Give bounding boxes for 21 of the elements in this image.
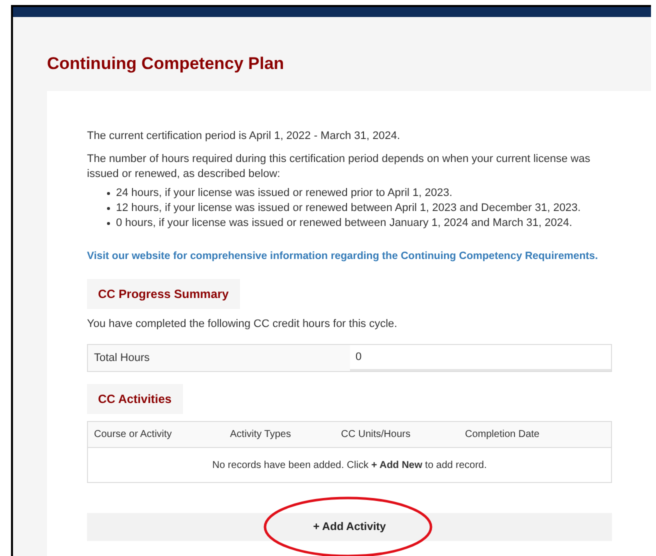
bullet-icon bbox=[107, 222, 110, 224]
description-text: The number of hours required during this certification period depends on when your current license was issued or renewed, as described below: bbox=[87, 152, 592, 182]
requirement-text: 12 hours, if your license was issued or renewed between April 1, 2023 and December 31, 2023. bbox=[116, 200, 581, 216]
table-cell: 0 bbox=[350, 345, 611, 371]
page-title: Continuing Competency Plan bbox=[47, 53, 284, 75]
add-activity-button[interactable]: + Add Activity bbox=[87, 513, 612, 541]
column-header: Completion Date bbox=[464, 428, 540, 442]
requirement-text: 24 hours, if your license was issued or renewed prior to April 1, 2023. bbox=[116, 186, 452, 200]
bullet-icon bbox=[107, 206, 110, 210]
column-header: Activity Types bbox=[229, 428, 292, 442]
empty-message: No records have been added. Click + Add New to add record. bbox=[212, 458, 487, 472]
section-heading: CC Activities bbox=[87, 384, 183, 414]
column-header: Course or Activity bbox=[93, 428, 173, 442]
summary-text: You have completed the following CC credit hours for this cycle. bbox=[87, 316, 398, 332]
website-link[interactable]: Visit our website for comprehensive information regarding the Continuing Competency Requirements. bbox=[87, 250, 598, 262]
table-cell: Total Hours bbox=[88, 345, 350, 371]
section-heading: CC Progress Summary bbox=[87, 278, 240, 308]
requirement-text: 0 hours, if your license was issued or renewed between January 1, 2024 and March 31, 2024. bbox=[116, 216, 572, 230]
intro-text: The current certification period is April 1, 2022 - March 31, 2024. bbox=[87, 129, 402, 144]
column-header: CC Units/Hours bbox=[340, 428, 412, 442]
bullet-icon bbox=[107, 192, 110, 194]
